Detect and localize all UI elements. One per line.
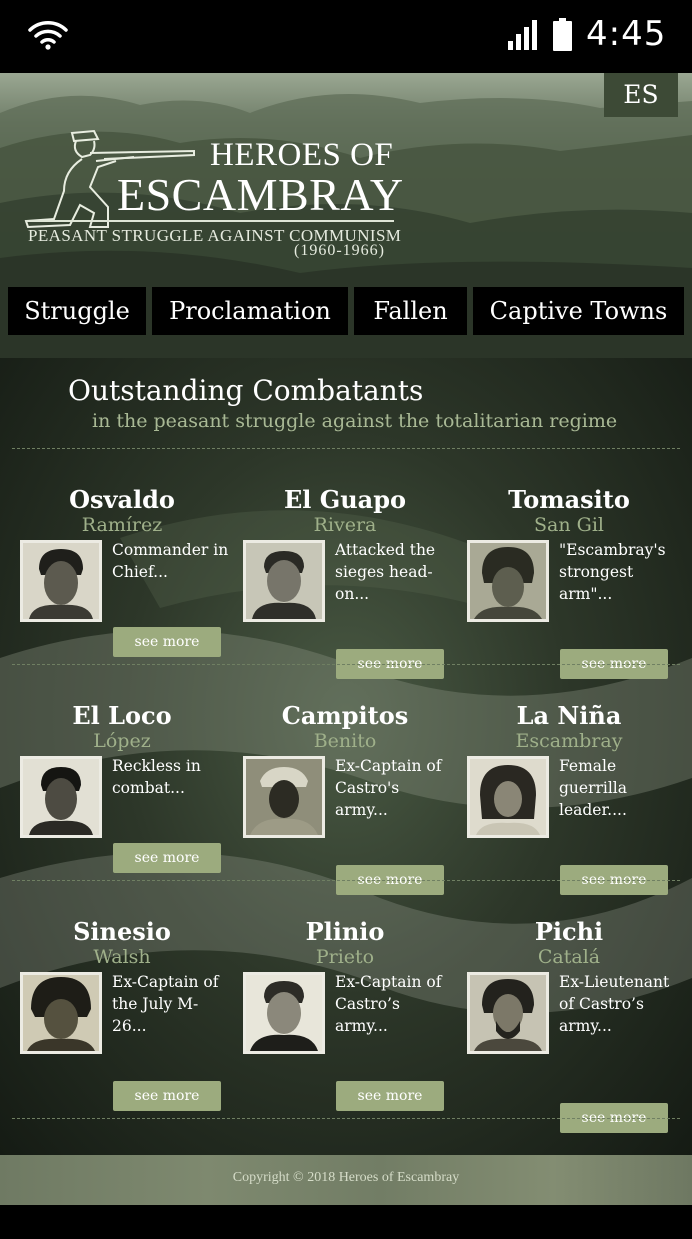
combatant-first-name: Pichi <box>534 917 604 946</box>
combatant-last-name: López <box>93 730 151 752</box>
footer: Copyright © 2018 Heroes of Escambray <box>0 1155 692 1205</box>
wifi-icon <box>28 21 68 50</box>
nav-item-struggle[interactable]: Struggle <box>8 287 146 335</box>
logo-years: (1960-1966) <box>294 242 385 259</box>
combatant-description: Ex-Lieutenant of Castro’s army... <box>559 973 670 1035</box>
combatant-last-name: Catalá <box>537 946 601 968</box>
combatant-description: Commander in Chief... <box>112 541 229 581</box>
language-toggle-button[interactable]: ES <box>604 73 678 117</box>
combatant-photo[interactable] <box>467 540 549 622</box>
combatant-description: Reckless in combat... <box>112 757 201 797</box>
combatant-first-name: Campitos <box>281 701 409 730</box>
combatant-first-name: Osvaldo <box>69 485 175 514</box>
see-more-button[interactable]: see more <box>113 1081 221 1111</box>
combatant-photo[interactable] <box>467 972 549 1054</box>
combatant-photo[interactable] <box>20 972 102 1054</box>
divider <box>12 880 680 881</box>
combatant-first-name: El Guapo <box>283 485 407 514</box>
combatant-first-name: Sinesio <box>73 917 171 946</box>
combatant-first-name: El Loco <box>72 701 172 730</box>
combatant-first-name: La Niña <box>516 701 622 730</box>
combatant-card-plinio: Plinio Prieto Ex-Captain of Castro’s arm… <box>243 917 467 1111</box>
see-more-button[interactable]: see more <box>113 627 221 657</box>
section-title: Outstanding Combatants <box>68 374 424 407</box>
combatant-first-name: Tomasito <box>508 485 630 514</box>
signal-icon <box>508 20 537 50</box>
combatant-first-name: Plinio <box>305 917 385 946</box>
combatant-last-name: Benito <box>313 730 377 752</box>
combatant-description: Attacked the sieges head-on... <box>335 541 436 603</box>
combatant-last-name: Prieto <box>315 946 375 968</box>
combatant-last-name: San Gil <box>534 514 604 536</box>
divider <box>12 1118 680 1119</box>
combatant-card-tomasito: Tomasito San Gil "Escambray's strongest … <box>467 485 691 679</box>
clock: 4:45 <box>586 14 667 54</box>
main-content: Outstanding Combatants in the peasant st… <box>0 358 692 1155</box>
combatant-description: Ex-Captain of Castro’s army... <box>335 973 442 1035</box>
see-more-button[interactable]: see more <box>113 843 221 873</box>
nav-item-proclamation[interactable]: Proclamation <box>152 287 348 335</box>
combatant-photo[interactable] <box>243 756 325 838</box>
combatant-description: Female guerrilla leader.... <box>559 757 628 819</box>
combatant-card-el-loco: El Loco López Reckless in combat... see … <box>20 701 244 881</box>
combatant-description: Ex-Captain of Castro's army... <box>335 757 442 819</box>
combatant-photo[interactable] <box>243 972 325 1054</box>
combatant-last-name: Escambray <box>515 730 623 752</box>
nav-item-captive-towns[interactable]: Captive Towns <box>473 287 684 335</box>
combatant-description: "Escambray's strongest arm"... <box>559 541 666 603</box>
combatant-photo[interactable] <box>243 540 325 622</box>
main-nav: Struggle Proclamation Fallen Captive Tow… <box>0 287 692 335</box>
section-subtitle: in the peasant struggle against the tota… <box>92 410 618 432</box>
divider <box>12 664 680 665</box>
battery-icon <box>553 18 572 51</box>
divider <box>12 448 680 449</box>
combatant-last-name: Walsh <box>93 946 151 968</box>
combatant-card-el-guapo: El Guapo Rivera Attacked the sieges head… <box>243 485 467 679</box>
combatant-card-osvaldo: Osvaldo Ramírez Commander in Chief... se… <box>20 485 244 665</box>
combatant-card-campitos: Campitos Benito Ex-Captain of Castro's a… <box>243 701 467 895</box>
combatant-card-sinesio: Sinesio Walsh Ex-Captain of the July M-2… <box>20 917 244 1111</box>
see-more-button[interactable]: see more <box>336 1081 444 1111</box>
combatant-last-name: Ramírez <box>81 514 163 536</box>
logo-title-line2: ESCAMBRAY <box>117 169 404 220</box>
logo-divider <box>26 220 394 222</box>
combatant-photo[interactable] <box>20 756 102 838</box>
combatant-card-pichi: Pichi Catalá Ex-Lieutenant of Castro’s a… <box>467 917 691 1133</box>
combatant-last-name: Rivera <box>313 514 377 536</box>
status-bar: 4:45 <box>0 0 692 73</box>
combatant-description: Ex-Captain of the July M-26... <box>112 973 219 1035</box>
combatant-photo[interactable] <box>20 540 102 622</box>
copyright-text: Copyright © 2018 Heroes of Escambray <box>232 1170 460 1185</box>
combatant-card-la-nina: La Niña Escambray Female guerrilla leade… <box>467 701 691 895</box>
navigation-bar <box>0 1205 692 1239</box>
combatant-photo[interactable] <box>467 756 549 838</box>
site-header: ES HEROES OF ESCAMBRAY PEASANT STRUGGLE … <box>0 73 692 358</box>
nav-item-fallen[interactable]: Fallen <box>354 287 467 335</box>
